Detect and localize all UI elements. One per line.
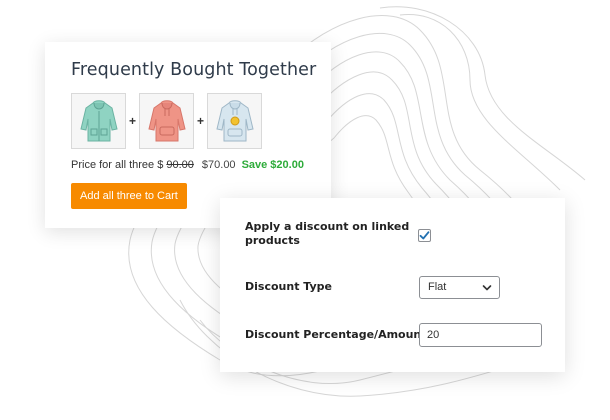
price-label: Price for all three $ bbox=[71, 159, 167, 171]
discount-type-select[interactable]: Flat bbox=[419, 276, 500, 299]
plus-sign-1: + bbox=[128, 114, 136, 128]
hoodie-icon bbox=[79, 100, 118, 142]
product-thumb-2[interactable] bbox=[139, 93, 194, 149]
chevron-down-icon bbox=[482, 285, 492, 291]
discount-type-label: Discount Type bbox=[245, 280, 332, 293]
product-thumb-1[interactable] bbox=[71, 93, 126, 149]
apply-discount-label: Apply a discount on linked products bbox=[245, 220, 410, 247]
product-row: + + bbox=[71, 93, 262, 149]
hoodie-icon bbox=[215, 100, 254, 142]
product-thumb-3[interactable] bbox=[207, 93, 262, 149]
plus-sign-2: + bbox=[196, 114, 204, 128]
hoodie-icon bbox=[147, 100, 186, 142]
add-all-to-cart-button[interactable]: Add all three to Cart bbox=[71, 183, 187, 209]
fbt-title: Frequently Bought Together bbox=[71, 60, 317, 80]
old-price: 90.00 bbox=[166, 159, 194, 171]
checkmark-icon bbox=[419, 231, 430, 240]
price-summary: Price for all three $ 90.00 $70.00 Save $2… bbox=[71, 159, 304, 171]
discount-settings-card: Apply a discount on linked products Disc… bbox=[220, 198, 565, 372]
savings-label: Save $20.00 bbox=[241, 159, 304, 171]
new-price: $70.00 bbox=[201, 159, 236, 171]
discount-amount-input[interactable] bbox=[419, 323, 542, 347]
discount-amount-label: Discount Percentage/Amount bbox=[245, 328, 427, 341]
discount-type-value: Flat bbox=[428, 281, 447, 293]
apply-discount-checkbox[interactable] bbox=[418, 229, 431, 242]
